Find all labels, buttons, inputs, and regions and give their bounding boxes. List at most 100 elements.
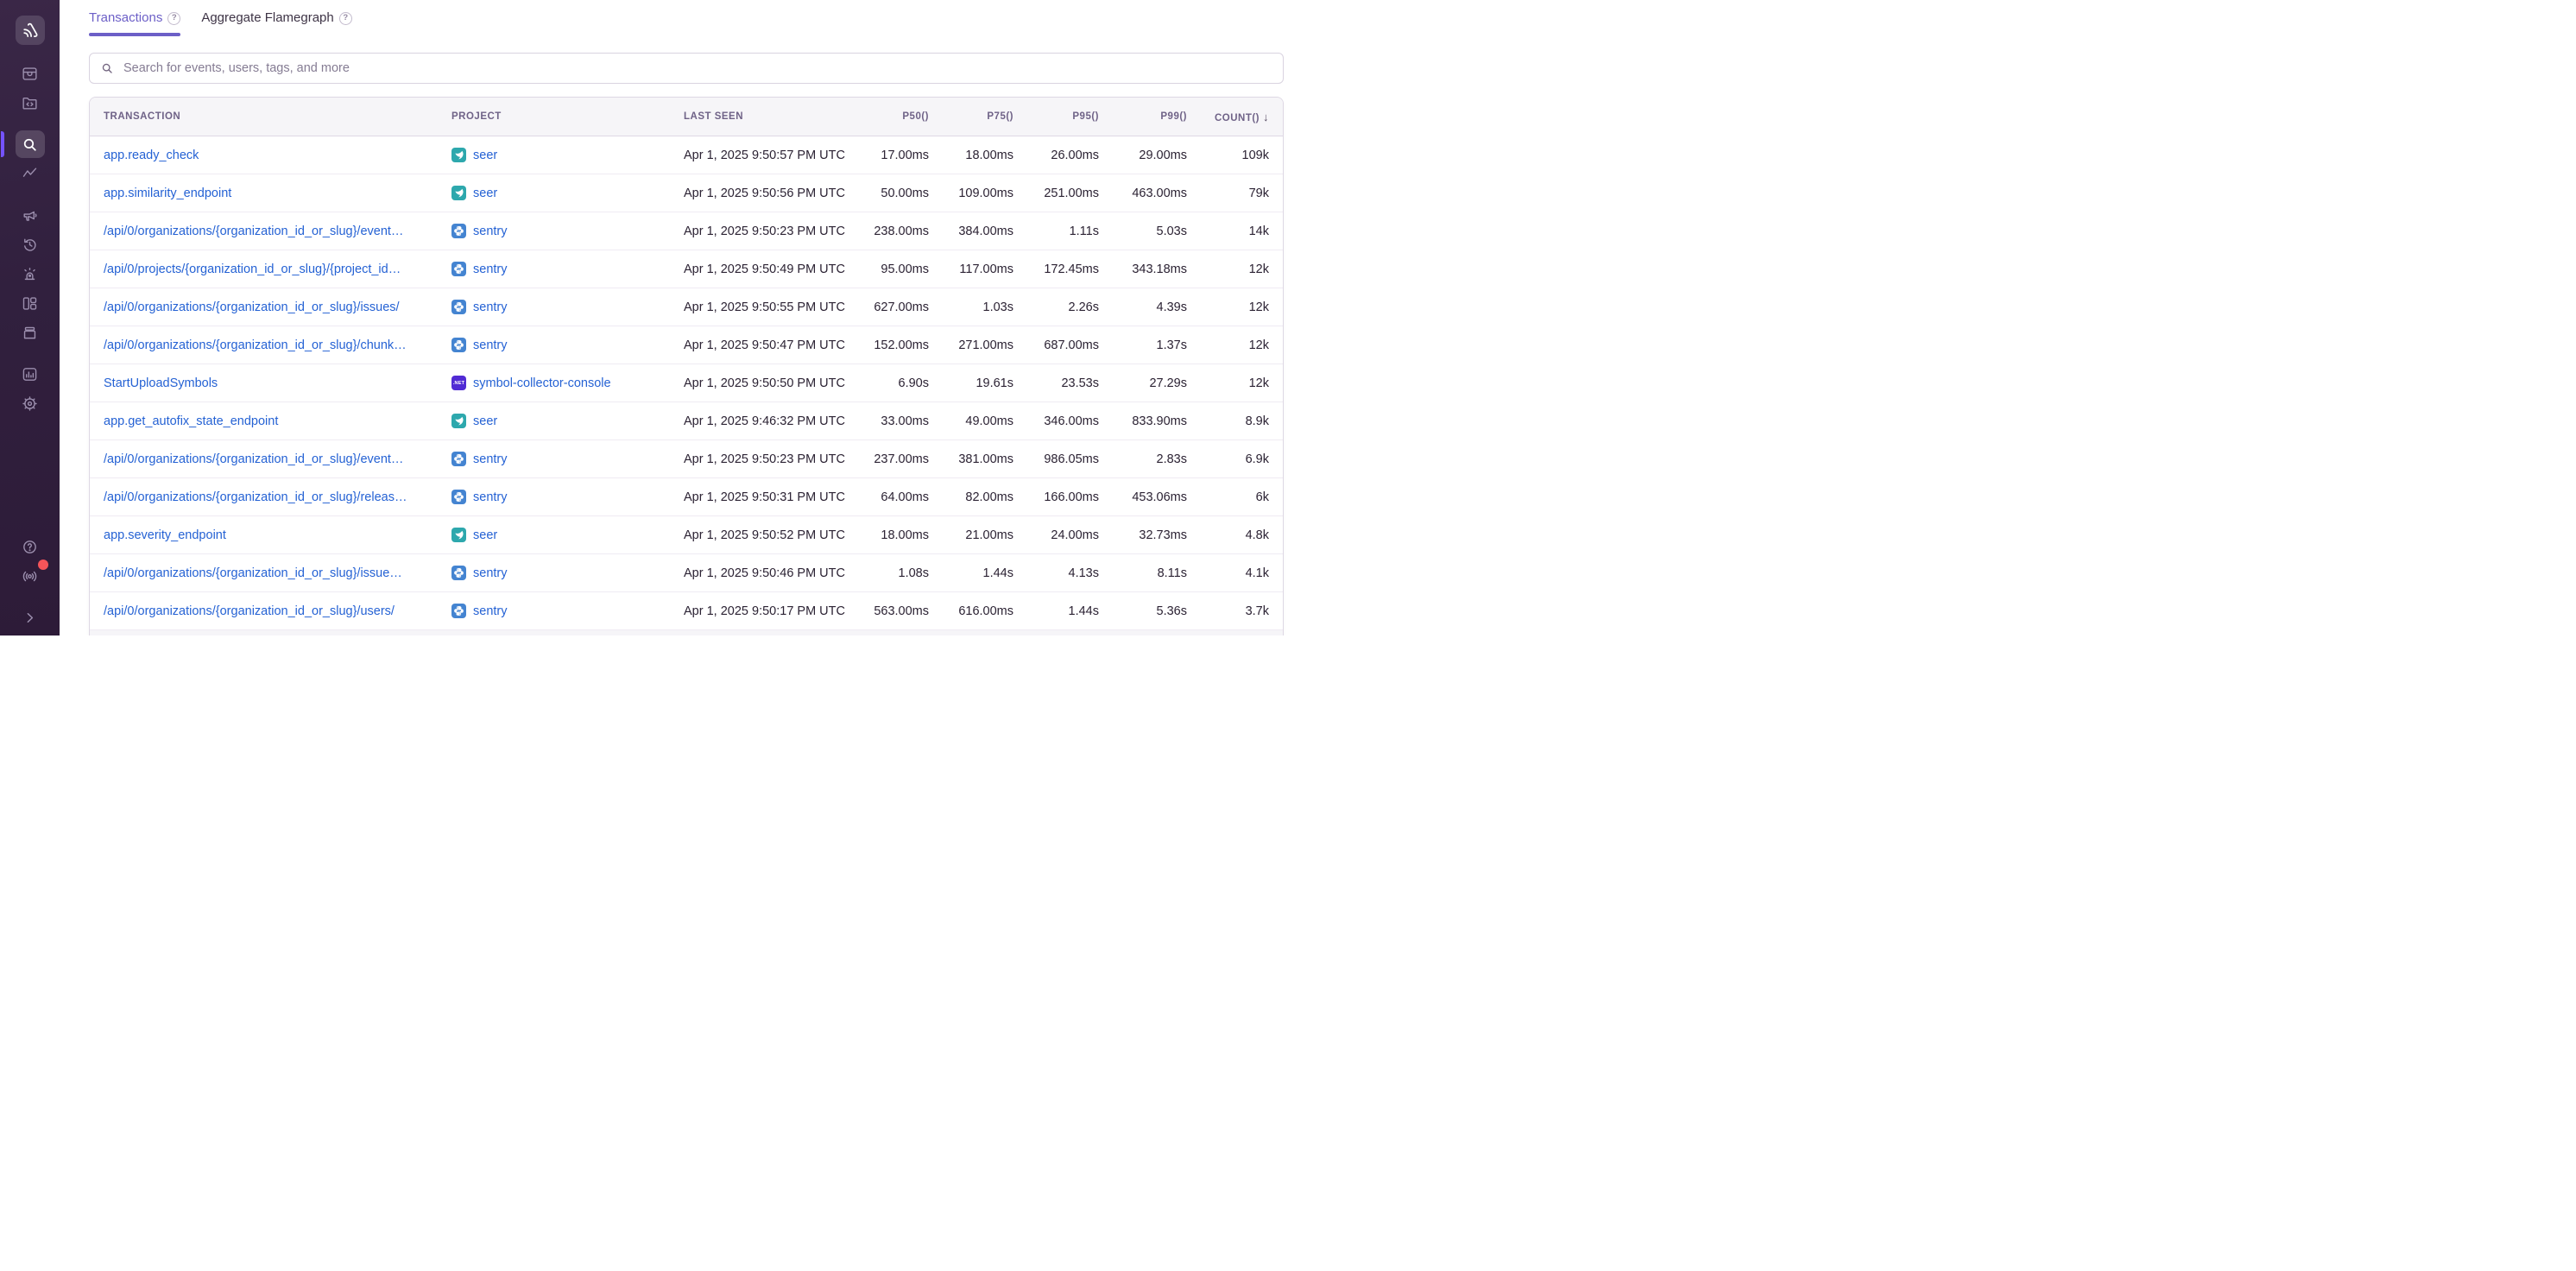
count-value: 4.1k — [1187, 566, 1269, 580]
p95-value: 986.05ms — [1013, 452, 1099, 466]
p99-value: 833.90ms — [1099, 414, 1187, 428]
transaction-link[interactable]: app.ready_check — [104, 149, 199, 162]
last-seen-value: Apr 1, 2025 9:50:55 PM UTC — [684, 300, 849, 314]
p50-value: 33.00ms — [849, 414, 929, 428]
sidebar-item-projects[interactable] — [16, 319, 45, 346]
project-cell: sentry — [451, 224, 684, 238]
transaction-link[interactable]: /api/0/organizations/{organization_id_or… — [104, 566, 402, 580]
projects-icon — [21, 324, 39, 342]
table-footer-partial — [90, 630, 1283, 636]
p95-value: 251.00ms — [1013, 187, 1099, 200]
transaction-link[interactable]: /api/0/projects/{organization_id_or_slug… — [104, 262, 401, 276]
project-link[interactable]: sentry — [473, 452, 508, 466]
transaction-cell: /api/0/organizations/{organization_id_or… — [104, 452, 451, 466]
sort-desc-icon: ↓ — [1263, 111, 1269, 123]
transaction-link[interactable]: /api/0/organizations/{organization_id_or… — [104, 300, 400, 314]
column-header-count[interactable]: COUNT()↓ — [1187, 111, 1269, 123]
sidebar-item-collapse[interactable] — [16, 604, 45, 631]
transaction-link[interactable]: /api/0/organizations/{organization_id_or… — [104, 224, 403, 238]
project-cell: .NETsymbol-collector-console — [451, 376, 684, 390]
sidebar-item-issues[interactable] — [16, 60, 45, 87]
project-cell: seer — [451, 148, 684, 162]
project-link[interactable]: sentry — [473, 224, 508, 238]
table-row: /api/0/organizations/{organization_id_or… — [90, 478, 1283, 516]
p50-value: 238.00ms — [849, 224, 929, 238]
p99-value: 5.36s — [1099, 604, 1187, 618]
platform-python-icon — [451, 262, 466, 276]
table-row: /api/0/organizations/{organization_id_or… — [90, 212, 1283, 250]
p95-value: 172.45ms — [1013, 262, 1099, 276]
sidebar-item-alerts[interactable] — [16, 260, 45, 288]
project-link[interactable]: seer — [473, 414, 497, 428]
project-link[interactable]: sentry — [473, 490, 508, 504]
p75-value: 117.00ms — [929, 262, 1013, 276]
count-value: 109k — [1187, 149, 1269, 162]
p95-value: 24.00ms — [1013, 528, 1099, 542]
p50-value: 627.00ms — [849, 300, 929, 314]
p75-value: 384.00ms — [929, 224, 1013, 238]
project-link[interactable]: sentry — [473, 566, 508, 580]
column-header-project[interactable]: PROJECT — [451, 111, 684, 122]
count-value: 12k — [1187, 300, 1269, 314]
table-row: /api/0/projects/{organization_id_or_slug… — [90, 250, 1283, 288]
p95-value: 26.00ms — [1013, 149, 1099, 162]
column-header-p50[interactable]: P50() — [849, 111, 929, 122]
transaction-link[interactable]: app.get_autofix_state_endpoint — [104, 414, 278, 428]
p75-value: 1.44s — [929, 566, 1013, 580]
sidebar-item-help[interactable] — [16, 533, 45, 560]
help-icon[interactable]: ? — [339, 12, 352, 25]
sidebar-item-explore[interactable] — [16, 89, 45, 117]
transaction-link[interactable]: /api/0/organizations/{organization_id_or… — [104, 338, 407, 352]
table-row: app.severity_endpointseerApr 1, 2025 9:5… — [90, 516, 1283, 554]
p99-value: 27.29s — [1099, 376, 1187, 390]
project-link[interactable]: seer — [473, 149, 497, 162]
transaction-link[interactable]: /api/0/organizations/{organization_id_or… — [104, 490, 407, 504]
last-seen-value: Apr 1, 2025 9:50:31 PM UTC — [684, 490, 849, 504]
tab-aggregate-flamegraph[interactable]: Aggregate Flamegraph ? — [201, 9, 351, 36]
p99-value: 343.18ms — [1099, 262, 1187, 276]
p75-value: 49.00ms — [929, 414, 1013, 428]
project-cell: seer — [451, 186, 684, 200]
sentry-logo[interactable] — [16, 16, 45, 45]
settings-icon — [21, 395, 39, 413]
issues-icon — [21, 65, 39, 83]
platform-python-icon — [451, 604, 466, 618]
transaction-link[interactable]: /api/0/organizations/{organization_id_or… — [104, 452, 403, 466]
transaction-link[interactable]: StartUploadSymbols — [104, 376, 218, 390]
transaction-link[interactable]: /api/0/organizations/{organization_id_or… — [104, 604, 395, 618]
column-header-p75[interactable]: P75() — [929, 111, 1013, 122]
project-link[interactable]: sentry — [473, 604, 508, 618]
transaction-link[interactable]: app.severity_endpoint — [104, 528, 226, 542]
help-icon[interactable]: ? — [167, 12, 180, 25]
table-body: app.ready_checkseerApr 1, 2025 9:50:57 P… — [90, 136, 1283, 630]
tab-transactions[interactable]: Transactions ? — [89, 9, 180, 36]
sidebar-item-whats-new[interactable] — [16, 562, 45, 590]
p75-value: 109.00ms — [929, 187, 1013, 200]
project-link[interactable]: sentry — [473, 300, 508, 314]
column-header-transaction[interactable]: TRANSACTION — [104, 111, 451, 122]
sidebar-item-stats[interactable] — [16, 360, 45, 388]
p75-value: 82.00ms — [929, 490, 1013, 504]
column-header-p95[interactable]: P95() — [1013, 111, 1099, 122]
project-link[interactable]: symbol-collector-console — [473, 376, 611, 390]
sidebar-bottom — [0, 532, 60, 636]
transaction-link[interactable]: app.similarity_endpoint — [104, 187, 231, 200]
sidebar-item-settings[interactable] — [16, 389, 45, 417]
sidebar-item-feedback[interactable] — [16, 201, 45, 229]
project-link[interactable]: seer — [473, 528, 497, 542]
p50-value: 18.00ms — [849, 528, 929, 542]
column-header-p99[interactable]: P99() — [1099, 111, 1187, 122]
sidebar-item-dashboards[interactable] — [16, 289, 45, 317]
sidebar-item-replays[interactable] — [16, 231, 45, 258]
search-input[interactable] — [122, 60, 1272, 76]
sidebar-item-search[interactable] — [16, 130, 45, 158]
project-link[interactable]: sentry — [473, 262, 508, 276]
project-link[interactable]: sentry — [473, 338, 508, 352]
count-value: 4.8k — [1187, 528, 1269, 542]
column-header-last_seen[interactable]: LAST SEEN — [684, 111, 849, 122]
last-seen-value: Apr 1, 2025 9:50:57 PM UTC — [684, 149, 849, 162]
sidebar-item-insights[interactable] — [16, 160, 45, 187]
project-link[interactable]: seer — [473, 187, 497, 200]
replays-icon — [21, 236, 39, 254]
last-seen-value: Apr 1, 2025 9:50:49 PM UTC — [684, 262, 849, 276]
